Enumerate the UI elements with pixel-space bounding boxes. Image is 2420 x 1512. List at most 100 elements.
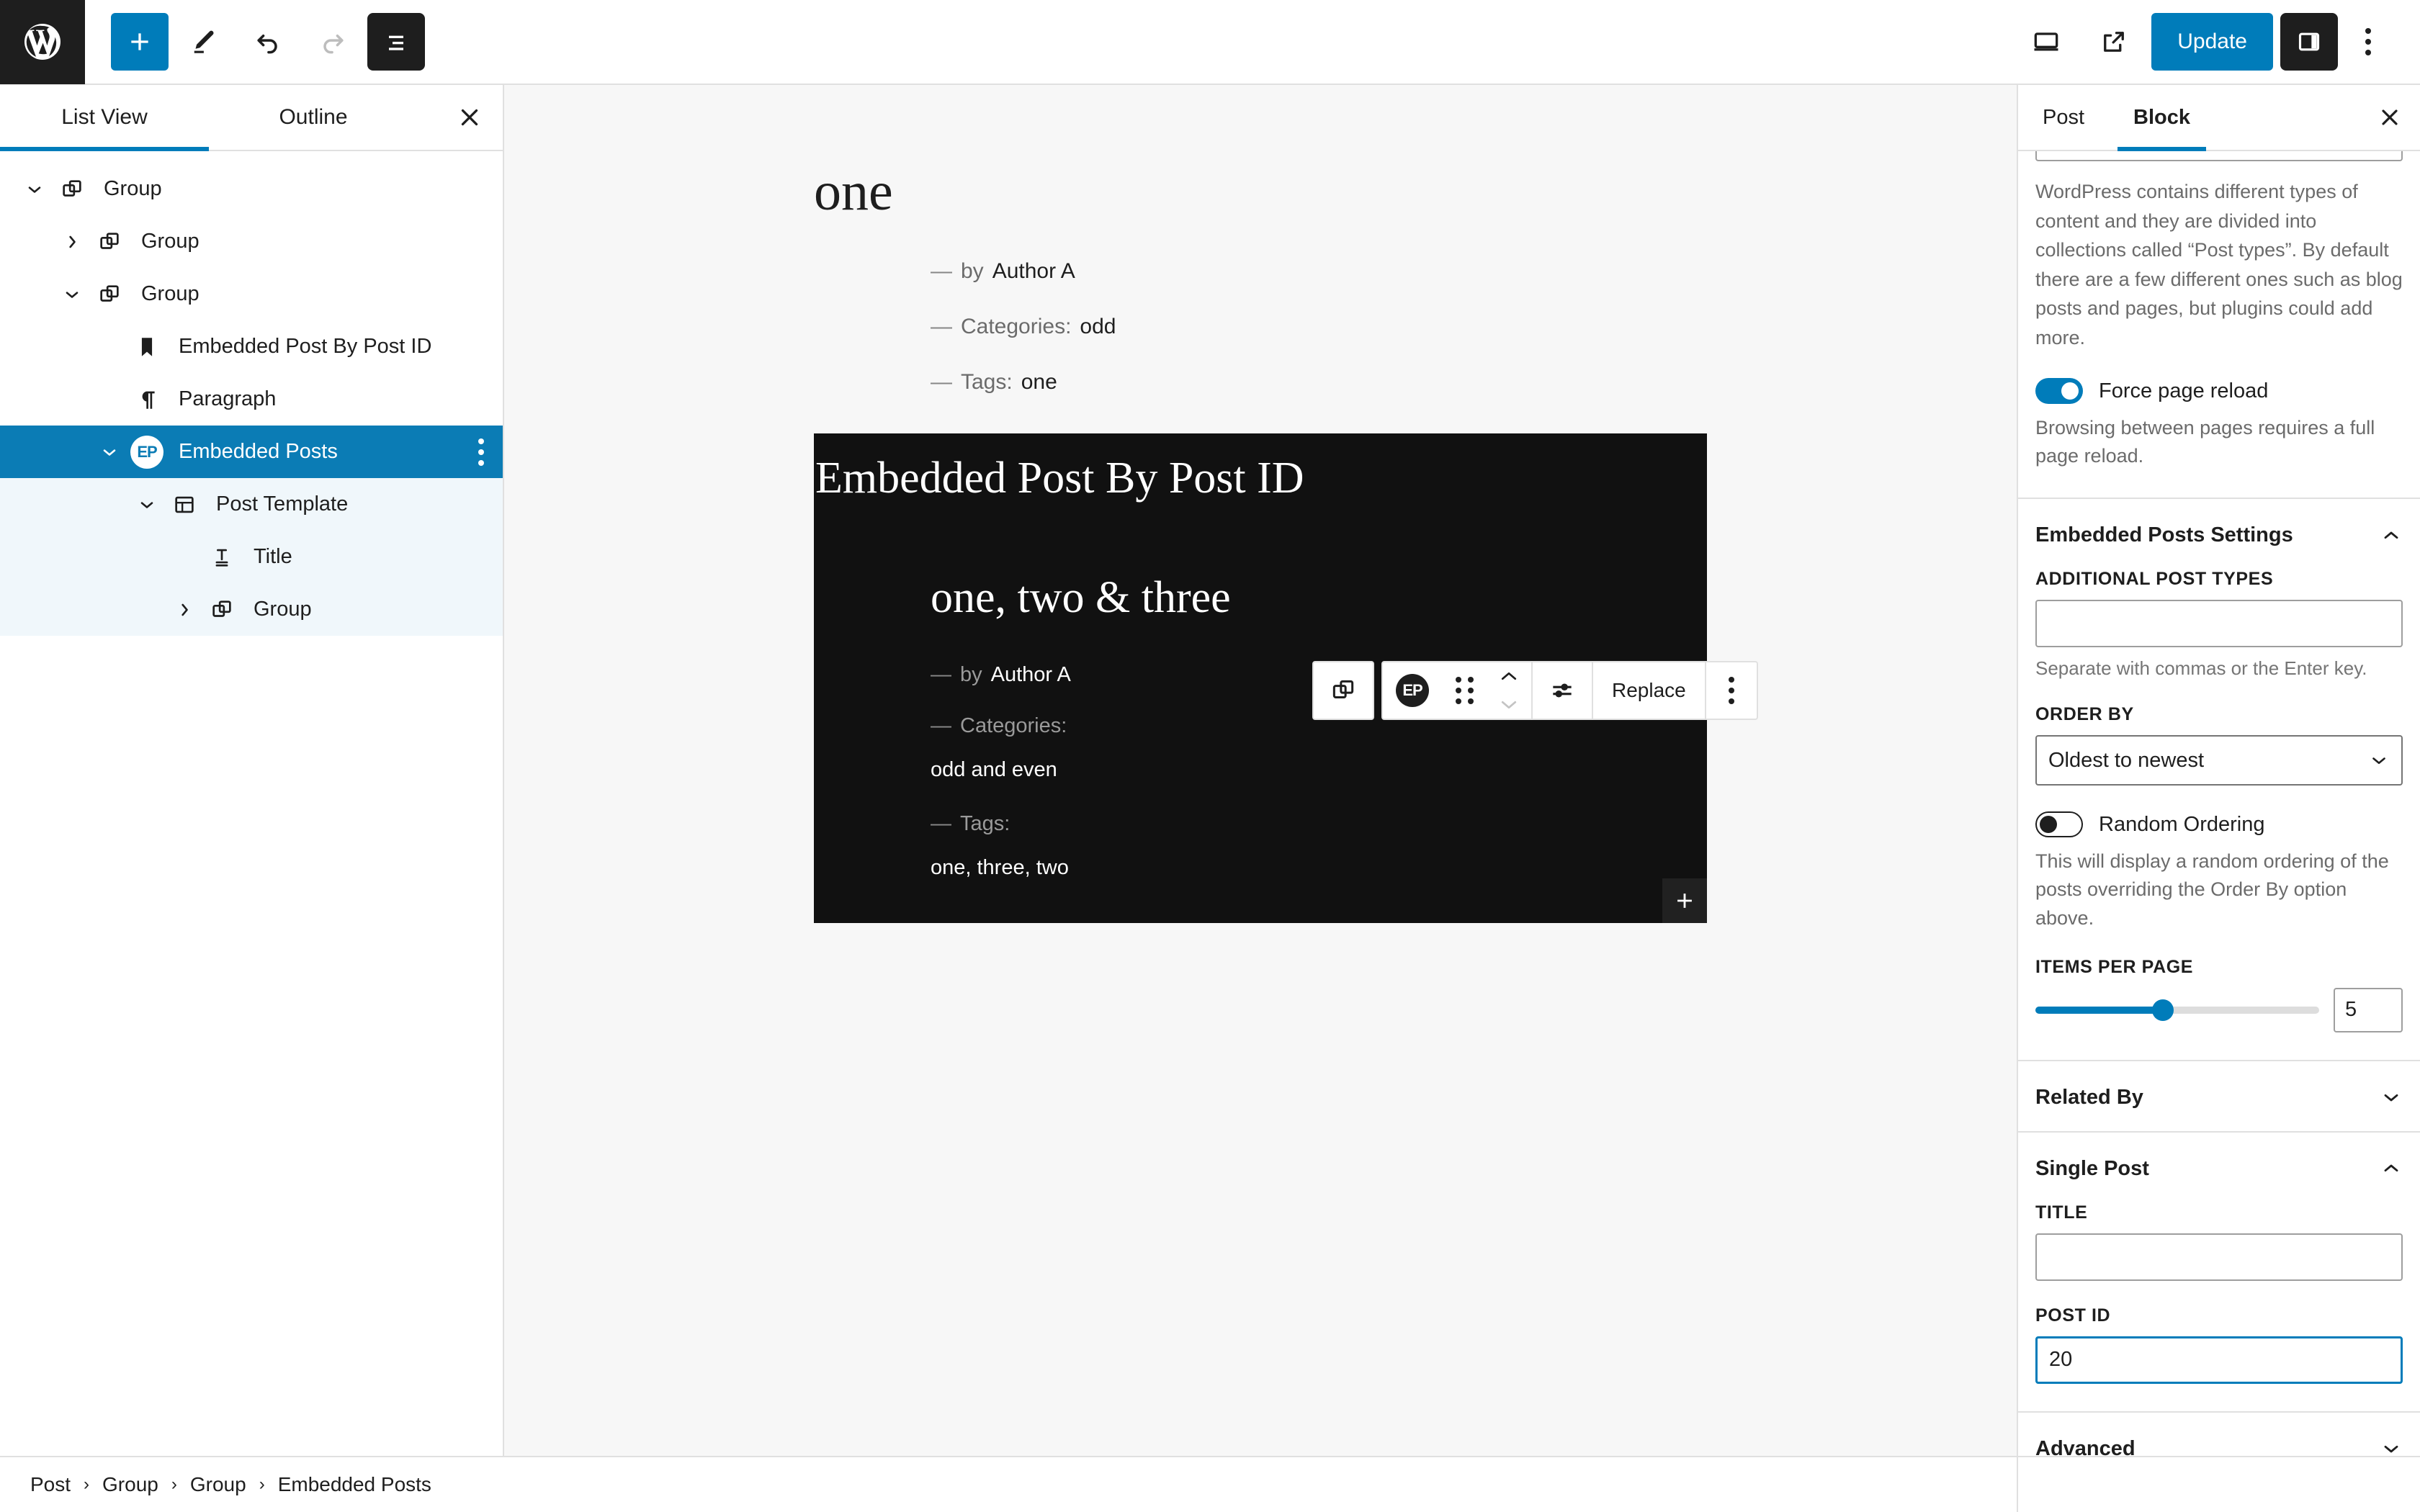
block-tree-row-label: Post Template (216, 492, 349, 516)
top-bar-left-tools (85, 12, 425, 72)
panel-title: Related By (2035, 1085, 2143, 1109)
replace-button[interactable]: Replace (1593, 662, 1705, 719)
tab-block[interactable]: Block (2109, 85, 2215, 151)
title-icon (215, 549, 228, 567)
tree-expand-toggle[interactable] (53, 223, 91, 261)
random-ordering-toggle-row[interactable]: Random Ordering (2035, 811, 2403, 838)
chevron-down-icon (28, 186, 41, 193)
move-up-button[interactable] (1487, 662, 1531, 690)
breadcrumb-item[interactable]: Group (102, 1473, 158, 1496)
close-icon (2382, 109, 2398, 125)
tree-chevron-spacer (91, 381, 128, 418)
panel-single-post-header[interactable]: Single Post (2018, 1133, 2420, 1202)
force-reload-toggle[interactable] (2035, 378, 2083, 404)
tree-expand-toggle[interactable] (53, 276, 91, 313)
close-sidebar-button[interactable] (2360, 85, 2420, 150)
random-ordering-toggle[interactable] (2035, 811, 2083, 838)
view-post-button[interactable] (2084, 12, 2144, 72)
panel-advanced-header[interactable]: Advanced (2018, 1413, 2420, 1456)
order-by-select[interactable]: Oldest to newest (2035, 735, 2403, 786)
block-settings-button[interactable] (1533, 662, 1592, 719)
panel-related-by-header[interactable]: Related By (2018, 1061, 2420, 1131)
chevron-up-icon (2384, 1164, 2398, 1172)
select-parent-block-button[interactable] (1314, 662, 1373, 719)
title-icon (203, 545, 241, 570)
block-tree-row-options-button[interactable] (478, 438, 484, 466)
items-per-page-input[interactable] (2334, 987, 2403, 1032)
order-by-label: ORDER BY (2035, 704, 2134, 725)
scrolled-post-type-input[interactable] (2035, 151, 2403, 161)
update-button[interactable]: Update (2151, 13, 2273, 71)
block-tree-row[interactable]: Group (0, 583, 503, 636)
device-preview-button[interactable] (2016, 12, 2076, 72)
meta-key: Categories: (961, 315, 1072, 338)
block-tree: Group Group Group Embedded Post By Post I… (0, 151, 503, 636)
block-tree-row[interactable]: EP Embedded Posts (0, 426, 503, 478)
tree-chevron-spacer (91, 328, 128, 366)
block-tree-row[interactable]: Group (0, 215, 503, 268)
random-ordering-label: Random Ordering (2099, 812, 2265, 836)
embed-add-block-button[interactable] (1662, 878, 1707, 923)
tab-list-view[interactable]: List View (0, 85, 209, 151)
single-post-title-input[interactable] (2035, 1233, 2403, 1281)
close-list-view-button[interactable] (436, 85, 503, 150)
block-options-button[interactable] (1706, 662, 1757, 719)
pencil-icon (194, 30, 214, 53)
sidebar-scroll-area[interactable]: WordPress contains different types of co… (2018, 151, 2420, 1456)
redo-icon (323, 35, 344, 54)
redo-button[interactable] (302, 12, 363, 72)
order-by-select-wrap: Oldest to newest (2035, 735, 2403, 786)
add-block-button[interactable] (111, 13, 169, 71)
tools-pencil-button[interactable] (173, 12, 233, 72)
chevron-down-icon (140, 501, 153, 508)
wordpress-logo-icon (24, 24, 60, 60)
post-id-label: POST ID (2035, 1305, 2111, 1326)
panel-embedded-posts-settings-header[interactable]: Embedded Posts Settings (2018, 499, 2420, 569)
additional-post-types-input[interactable] (2035, 600, 2403, 648)
post-id-input[interactable] (2035, 1336, 2403, 1384)
post-template-icon (166, 492, 203, 517)
list-view-toggle-button[interactable] (367, 13, 425, 71)
block-tree-row[interactable]: Group (0, 163, 503, 215)
items-per-page-slider[interactable] (2035, 999, 2319, 1021)
group-icon (100, 284, 119, 302)
meta-dash: — (931, 370, 952, 394)
meta-key: Tags: (960, 811, 1010, 835)
more-options-button[interactable] (2345, 12, 2391, 72)
breadcrumb-item[interactable]: Post (30, 1473, 71, 1496)
panel-title: Embedded Posts Settings (2035, 523, 2293, 547)
breadcrumb-item[interactable]: Embedded Posts (278, 1473, 431, 1496)
block-tree-row[interactable]: Group (0, 268, 503, 320)
slider-thumb[interactable] (2152, 999, 2174, 1021)
tree-expand-toggle[interactable] (128, 486, 166, 523)
meta-dash: — (931, 662, 951, 686)
block-tree-row[interactable]: Embedded Post By Post ID (0, 320, 503, 373)
block-toolbar-main-group: EP Replace (1381, 661, 1758, 720)
block-tree-row[interactable]: Post Template (0, 478, 503, 531)
tree-expand-toggle[interactable] (166, 591, 203, 629)
block-tree-row[interactable]: Title (0, 531, 503, 583)
bookmark-icon (128, 335, 166, 359)
settings-sidebar-toggle-button[interactable] (2280, 13, 2338, 71)
meta-dash: — (931, 811, 951, 835)
tab-post[interactable]: Post (2018, 85, 2109, 150)
items-per-page-row (2035, 987, 2403, 1032)
block-tree-row-label: Embedded Post By Post ID (179, 335, 432, 358)
tab-outline[interactable]: Outline (209, 85, 418, 150)
move-down-button[interactable] (1487, 691, 1531, 719)
undo-button[interactable] (238, 12, 298, 72)
chevron-down-icon (2384, 1446, 2398, 1453)
force-reload-toggle-row[interactable]: Force page reload (2035, 378, 2403, 404)
paragraph-icon (142, 391, 155, 409)
tree-expand-toggle[interactable] (16, 171, 53, 208)
tree-expand-toggle[interactable] (91, 433, 128, 471)
drag-handle-button[interactable] (1442, 662, 1487, 719)
wordpress-logo-button[interactable] (0, 0, 85, 84)
embed-meta-row-tags: — Tags: (931, 812, 1707, 836)
breadcrumb-item[interactable]: Group (190, 1473, 246, 1496)
top-bar-right-tools: Update (2016, 12, 2420, 72)
block-type-button[interactable]: EP (1383, 662, 1442, 719)
block-tree-row[interactable]: Paragraph (0, 373, 503, 426)
post-type-help-section: WordPress contains different types of co… (2018, 161, 2420, 470)
block-movers (1487, 662, 1531, 719)
